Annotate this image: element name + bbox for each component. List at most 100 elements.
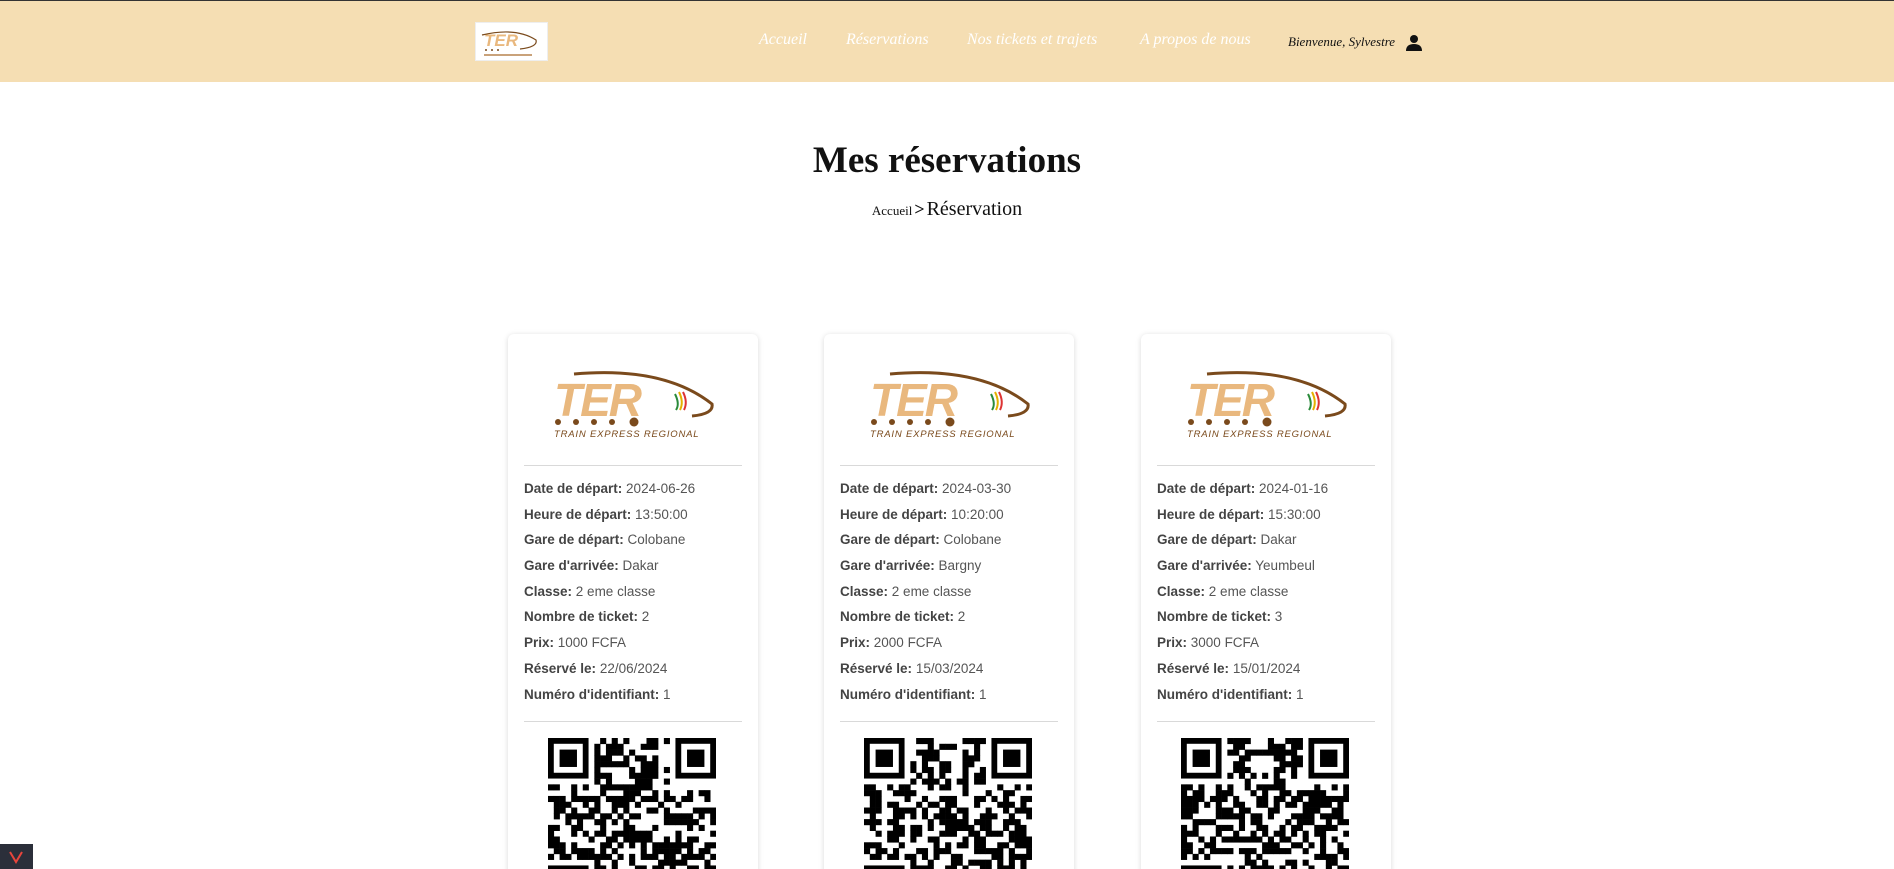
debug-badge-icon[interactable] [0,844,33,869]
detail-row-classe: Classe: 2 eme classe [1157,584,1375,610]
detail-label: Prix: [524,635,555,651]
detail-value: Colobane [627,532,686,548]
detail-label: Numéro d'identifiant: [840,686,976,702]
detail-row-nombre: Nombre de ticket: 3 [1157,609,1375,635]
page-title: Mes réservations [812,140,1082,181]
detail-row-classe: Classe: 2 eme classe [524,584,742,610]
detail-label: Date de départ: [1157,481,1256,496]
detail-value: 13:50:00 [635,506,688,522]
divider [524,465,742,466]
detail-value: 2 eme classe [575,583,656,599]
reservation-details: Date de départ: 2024-01-16 Heure de dépa… [1157,481,1375,712]
ter-logo-brand: TER [554,374,642,426]
detail-value: 3000 FCFA [1190,635,1260,651]
nav-tickets-trajets[interactable]: Nos tickets et trajets [967,31,1097,49]
detail-value: 2024-01-16 [1259,481,1329,496]
detail-label: Réservé le: [524,660,597,676]
detail-row-gare_arr: Gare d'arrivée: Dakar [524,558,742,584]
detail-label: Nombre de ticket: [840,609,955,625]
detail-value: 10:20:00 [951,506,1004,522]
detail-value: 1 [1295,686,1304,702]
detail-row-nombre: Nombre de ticket: 2 [840,609,1058,635]
detail-row-gare_dep: Gare de départ: Colobane [840,532,1058,558]
detail-value: 3 [1274,609,1283,625]
detail-value: 1000 FCFA [557,635,627,651]
detail-value: 22/06/2024 [599,660,668,676]
detail-label: Date de départ: [840,481,939,496]
detail-row-numero: Numéro d'identifiant: 1 [524,687,742,713]
detail-label: Réservé le: [840,660,913,676]
user-icon[interactable] [1404,33,1424,53]
detail-row-reserve: Réservé le: 15/01/2024 [1157,661,1375,687]
ter-logo-tagline: TRAIN EXPRESS REGIONAL [870,429,1015,440]
detail-label: Réservé le: [1157,660,1230,676]
detail-label: Nombre de ticket: [1157,609,1272,625]
detail-value: 2 eme classe [1208,583,1289,599]
detail-label: Classe: [524,583,573,599]
detail-row-gare_arr: Gare d'arrivée: Yeumbeul [1157,558,1375,584]
detail-row-heure: Heure de départ: 13:50:00 [524,507,742,533]
qr-code-icon [864,738,1032,869]
detail-label: Heure de départ: [524,506,632,522]
detail-value: 2024-06-26 [626,481,696,496]
reservation-card: TER TRAIN EXPRESS REGIONAL Date de dépar… [1141,334,1391,869]
detail-row-prix: Prix: 3000 FCFA [1157,635,1375,661]
detail-value: 2 [641,609,650,625]
breadcrumb-current: Réservation [926,198,1023,220]
qr-code-icon [1181,738,1349,869]
ter-logo-tagline: TRAIN EXPRESS REGIONAL [554,429,699,440]
ter-logo-brand: TER [1187,374,1275,426]
detail-label: Prix: [1157,635,1188,651]
detail-label: Gare de départ: [1157,532,1257,548]
detail-value: Yeumbeul [1255,558,1315,574]
detail-row-numero: Numéro d'identifiant: 1 [840,687,1058,713]
detail-row-date: Date de départ: 2024-03-30 [840,481,1058,507]
welcome-user-link[interactable]: Bienvenue, Sylvestre [1288,34,1395,50]
reservation-details: Date de départ: 2024-06-26 Heure de dépa… [524,481,742,712]
detail-value: 2024-03-30 [942,481,1012,496]
ter-logo: TER TRAIN EXPRESS REGIONAL [554,371,714,440]
divider [840,465,1058,466]
detail-row-reserve: Réservé le: 22/06/2024 [524,661,742,687]
detail-row-classe: Classe: 2 eme classe [840,584,1058,610]
divider [840,721,1058,722]
top-navbar: TER Accueil Réservations Nos tickets et … [0,1,1894,82]
detail-value: Bargny [938,558,982,574]
divider [1157,465,1375,466]
ter-logo: TER TRAIN EXPRESS REGIONAL [870,371,1030,440]
main-nav: Accueil Réservations Nos tickets et traj… [0,31,1894,55]
nav-reservations[interactable]: Réservations [846,31,929,49]
detail-label: Gare d'arrivée: [840,558,935,574]
detail-value: 15/01/2024 [1232,660,1301,676]
reservation-card: TER TRAIN EXPRESS REGIONAL Date de dépar… [824,334,1074,869]
detail-value: 2 eme classe [891,583,972,599]
detail-row-prix: Prix: 2000 FCFA [840,635,1058,661]
nav-a-propos[interactable]: A propos de nous [1140,31,1251,49]
detail-label: Prix: [840,635,871,651]
breadcrumb: Accueil > Réservation [0,198,1894,221]
detail-row-gare_arr: Gare d'arrivée: Bargny [840,558,1058,584]
detail-label: Numéro d'identifiant: [1157,686,1293,702]
detail-value: Dakar [1260,532,1297,548]
reservation-card: TER TRAIN EXPRESS REGIONAL Date de dépar… [508,334,758,869]
detail-row-date: Date de départ: 2024-01-16 [1157,481,1375,507]
detail-row-nombre: Nombre de ticket: 2 [524,609,742,635]
reservation-details: Date de départ: 2024-03-30 Heure de dépa… [840,481,1058,712]
detail-label: Nombre de ticket: [524,609,639,625]
detail-label: Classe: [840,583,889,599]
detail-row-gare_dep: Gare de départ: Dakar [1157,532,1375,558]
breadcrumb-home-link[interactable]: Accueil [872,203,912,218]
divider [1157,721,1375,722]
detail-label: Heure de départ: [1157,506,1265,522]
detail-row-heure: Heure de départ: 10:20:00 [840,507,1058,533]
breadcrumb-separator: > [914,199,925,219]
detail-value: Dakar [622,558,659,574]
detail-label: Gare d'arrivée: [1157,558,1252,574]
ter-logo: TER TRAIN EXPRESS REGIONAL [1187,371,1347,440]
detail-row-gare_dep: Gare de départ: Colobane [524,532,742,558]
detail-value: Colobane [943,532,1002,548]
detail-value: 1 [662,686,671,702]
detail-label: Date de départ: [524,481,623,496]
nav-accueil[interactable]: Accueil [759,31,807,49]
ter-logo-brand: TER [870,374,958,426]
